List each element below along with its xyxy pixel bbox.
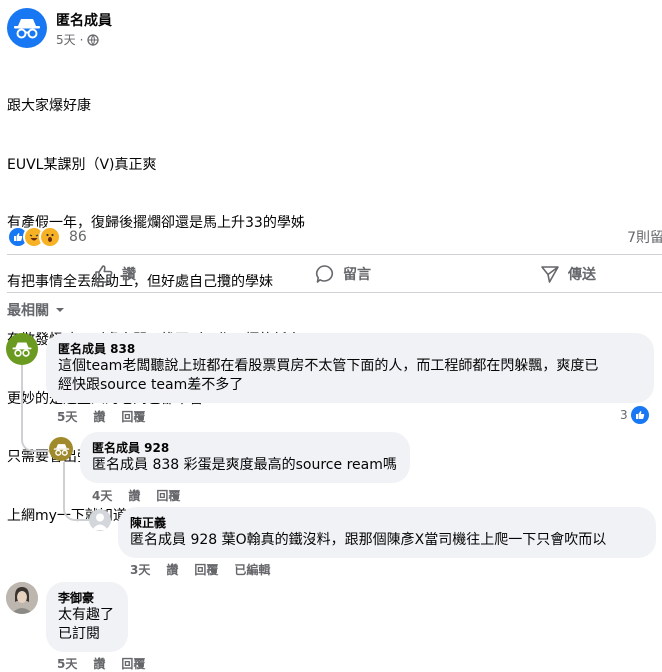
comment-actions: 4天 讚 回覆 [92, 487, 180, 504]
comment-text: 匿名成員 928 葉O翰真的鐵沒料，跟那個陳彥X當司機往上爬一下只會吹而以 [130, 532, 607, 548]
comment-like-button[interactable]: 讚 [128, 487, 140, 504]
comment-time[interactable]: 5天 [57, 655, 77, 672]
post-author[interactable]: 匿名成員 [56, 10, 112, 30]
incognito-icon [14, 19, 40, 39]
comment-icon [315, 265, 334, 283]
comment-actions: 5天 讚 回覆 [57, 655, 145, 672]
post-line: 跟大家爆好康 [7, 98, 91, 114]
comment-label: 留言 [343, 267, 371, 283]
post-line: 有把事情全丟給助工，但好處自己攬的學妹 [7, 273, 273, 290]
comment-reply-button[interactable]: 回覆 [156, 487, 180, 504]
comment-like-button[interactable]: 讚 [93, 408, 105, 425]
comment-button[interactable]: 留言 [315, 262, 371, 286]
incognito-icon [12, 342, 32, 357]
thumbs-up-icon [95, 265, 113, 283]
comment-reply-button[interactable]: 回覆 [121, 655, 145, 672]
comment-text: 匿名成員 838 彩蛋是爽度最高的source ream嗎 [92, 457, 397, 473]
comment-like-button[interactable]: 讚 [166, 561, 178, 578]
commenter-avatar[interactable] [49, 437, 73, 461]
comment-like-number: 3 [620, 408, 628, 422]
sort-label: 最相關 [7, 303, 49, 319]
comment-time[interactable]: 4天 [92, 487, 112, 504]
commenter-avatar[interactable] [89, 509, 111, 531]
comment-reply-button[interactable]: 回覆 [194, 561, 218, 578]
commenter-avatar[interactable] [6, 333, 38, 365]
globe-icon [87, 33, 100, 46]
divider [7, 292, 662, 293]
comment-bubble: 匿名成員 928 匿名成員 838 彩蛋是爽度最高的source ream嗎 [80, 432, 410, 483]
comment-bubble: 匿名成員 838 這個team老闆聽說上班都在看股票買房不太管下面的人，而工程師… [46, 333, 654, 403]
comment-reply-button[interactable]: 回覆 [121, 408, 145, 425]
send-icon [541, 266, 559, 283]
divider [7, 254, 662, 255]
default-user-icon [92, 513, 108, 530]
thread-line [21, 364, 49, 452]
comment-author[interactable]: 李御豪 [58, 590, 116, 606]
comment-like-count[interactable]: 3 [620, 406, 649, 424]
comment-time[interactable]: 3天 [130, 561, 150, 578]
edited-label: 已編輯 [234, 563, 271, 577]
like-reaction-icon [630, 406, 649, 424]
reaction-count: 86 [69, 229, 87, 245]
comment-text: 已訂閱 [58, 626, 100, 642]
comment-count[interactable]: 7則留 [627, 227, 662, 247]
comment-actions: 3天 讚 回覆 已編輯 [130, 561, 270, 578]
share-button[interactable]: 傳送 [540, 262, 596, 286]
comment-sort-dropdown[interactable]: 最相關 [7, 300, 65, 320]
share-label: 傳送 [568, 267, 596, 283]
post-time[interactable]: 5天 [56, 31, 76, 48]
reaction-summary[interactable]: 86 [7, 226, 87, 248]
commenter-avatar[interactable] [6, 582, 38, 614]
post-line: EUVL某課別（V)真正爽 [7, 156, 157, 173]
comment-text: 太有趣了 [58, 607, 114, 623]
comment-like-button[interactable]: 讚 [93, 655, 105, 672]
like-button[interactable]: 讚 [94, 262, 136, 286]
comment-text: 經快跟source team差不多了 [58, 377, 244, 393]
wow-reaction-icon [39, 226, 61, 248]
comment-author[interactable]: 陳正義 [130, 515, 644, 531]
incognito-icon [53, 443, 69, 456]
comment-text: 這個team老闆聽說上班都在看股票買房不太管下面的人，而工程師都在閃躲飄，爽度已 [58, 358, 599, 374]
comment-bubble: 李御豪 太有趣了 已訂閱 [46, 582, 128, 652]
comment-author[interactable]: 匿名成員 928 [92, 440, 398, 456]
profile-photo-icon [6, 582, 38, 614]
like-label: 讚 [122, 267, 136, 283]
post-meta: 5天 · [56, 31, 100, 48]
chevron-down-icon [56, 308, 64, 312]
comment-author[interactable]: 匿名成員 838 [58, 341, 642, 357]
author-avatar[interactable] [7, 8, 47, 48]
comment-bubble: 陳正義 匿名成員 928 葉O翰真的鐵沒料，跟那個陳彥X當司機往上爬一下只會吹而… [118, 507, 656, 558]
comment-time[interactable]: 5天 [57, 408, 77, 425]
comment-actions: 5天 讚 回覆 [57, 408, 145, 425]
